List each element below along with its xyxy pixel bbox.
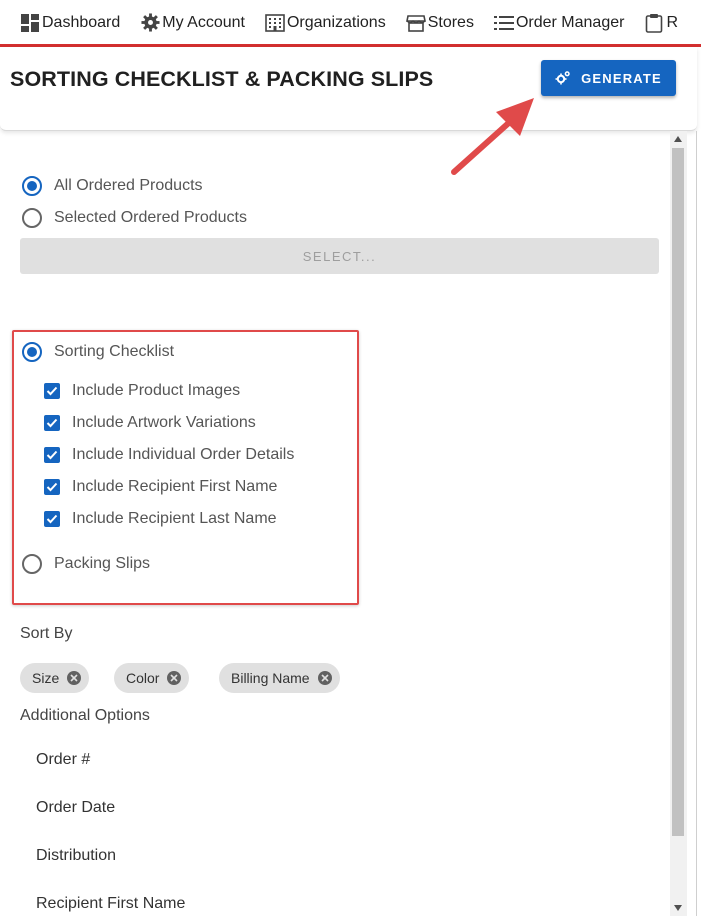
sort-by-label: Sort By xyxy=(20,625,73,642)
checkbox-label: Include Recipient Last Name xyxy=(72,510,277,527)
checkbox-include-individual-order-details[interactable]: Include Individual Order Details xyxy=(44,446,294,464)
radio-button[interactable] xyxy=(22,208,42,228)
checkbox-label: Include Individual Order Details xyxy=(72,446,295,463)
nav-label-organizations: Organizations xyxy=(286,13,386,31)
nav-item-my-account[interactable]: My Account xyxy=(140,13,245,33)
radio-selected-ordered-products[interactable]: Selected Ordered Products xyxy=(22,208,247,228)
nav-item-order-manager[interactable]: Order Manager xyxy=(493,13,625,33)
checkbox-include-recipient-last-name[interactable]: Include Recipient Last Name xyxy=(44,510,277,528)
checkbox-include-artwork-variations[interactable]: Include Artwork Variations xyxy=(44,414,256,432)
checkbox-label: Include Artwork Variations xyxy=(72,414,256,431)
gears-icon xyxy=(555,70,571,86)
nav-label-my-account: My Account xyxy=(162,13,245,31)
checkbox-checked-icon[interactable] xyxy=(44,383,60,399)
scrollbar-thumb[interactable] xyxy=(672,148,684,836)
clipboard-icon xyxy=(644,13,664,33)
generate-button[interactable]: GENERATE xyxy=(541,60,676,96)
nav-label-stores: Stores xyxy=(427,13,474,31)
checkbox-label: Include Product Images xyxy=(72,382,241,399)
nav-label-reports: R xyxy=(666,13,679,31)
checkbox-label: Include Recipient First Name xyxy=(72,478,278,495)
chip-label: Billing Name xyxy=(231,670,310,686)
nav-item-stores[interactable]: Stores xyxy=(405,13,474,33)
radio-all-ordered-products[interactable]: All Ordered Products xyxy=(22,176,203,196)
checkbox-checked-icon[interactable] xyxy=(44,511,60,527)
nav-item-organizations[interactable]: Organizations xyxy=(265,13,386,33)
store-icon xyxy=(405,13,426,33)
nav-item-dashboard[interactable]: Dashboard xyxy=(20,13,120,33)
checkbox-checked-icon[interactable] xyxy=(44,415,60,431)
option-order-date[interactable]: Order Date xyxy=(36,799,115,817)
nav-label-dashboard: Dashboard xyxy=(42,13,121,31)
remove-chip-icon[interactable] xyxy=(317,671,332,685)
option-recipient-first-name[interactable]: Recipient First Name xyxy=(36,895,185,913)
additional-options-label: Additional Options xyxy=(20,707,150,724)
top-nav: Dashboard My Account Organizations Store… xyxy=(0,0,701,45)
list-icon xyxy=(493,13,514,33)
sort-chip-size[interactable]: Size xyxy=(20,663,90,693)
checkbox-checked-icon[interactable] xyxy=(44,479,60,495)
sort-chip-billing-name[interactable]: Billing Name xyxy=(219,663,340,693)
radio-packing-slips[interactable]: Packing Slips xyxy=(22,554,150,574)
radio-label: Sorting Checklist xyxy=(54,343,175,360)
radio-button[interactable] xyxy=(22,342,42,362)
dashboard-icon xyxy=(20,13,40,33)
nav-label-order-manager: Order Manager xyxy=(515,13,625,31)
scroll-up-icon[interactable] xyxy=(672,133,684,145)
radio-sorting-checklist[interactable]: Sorting Checklist xyxy=(22,342,174,362)
scroll-down-icon[interactable] xyxy=(672,902,684,914)
chip-label: Color xyxy=(126,670,160,686)
option-order-number[interactable]: Order # xyxy=(36,751,90,769)
chip-label: Size xyxy=(32,670,60,686)
page-title: SORTING CHECKLIST & PACKING SLIPS xyxy=(10,67,434,91)
remove-chip-icon[interactable] xyxy=(67,671,82,685)
remove-chip-icon[interactable] xyxy=(167,671,182,685)
panel-divider xyxy=(696,131,697,916)
checkbox-include-product-images[interactable]: Include Product Images xyxy=(44,382,240,400)
checkbox-checked-icon[interactable] xyxy=(44,447,60,463)
generate-button-label: GENERATE xyxy=(581,70,662,86)
radio-button[interactable] xyxy=(22,176,42,196)
sort-chip-color[interactable]: Color xyxy=(114,663,190,693)
radio-label: Packing Slips xyxy=(54,555,151,572)
building-icon xyxy=(265,13,285,33)
page-header: SORTING CHECKLIST & PACKING SLIPS GENERA… xyxy=(0,47,697,131)
radio-button[interactable] xyxy=(22,554,42,574)
annotation-arrow-icon xyxy=(451,98,534,175)
nav-item-reports[interactable]: R xyxy=(644,13,678,33)
select-products-button[interactable]: SELECT... xyxy=(20,238,659,274)
radio-label: Selected Ordered Products xyxy=(54,209,247,226)
option-distribution[interactable]: Distribution xyxy=(36,847,116,865)
checkbox-include-recipient-first-name[interactable]: Include Recipient First Name xyxy=(44,478,277,496)
radio-label: All Ordered Products xyxy=(54,177,203,194)
gear-icon xyxy=(140,13,160,33)
